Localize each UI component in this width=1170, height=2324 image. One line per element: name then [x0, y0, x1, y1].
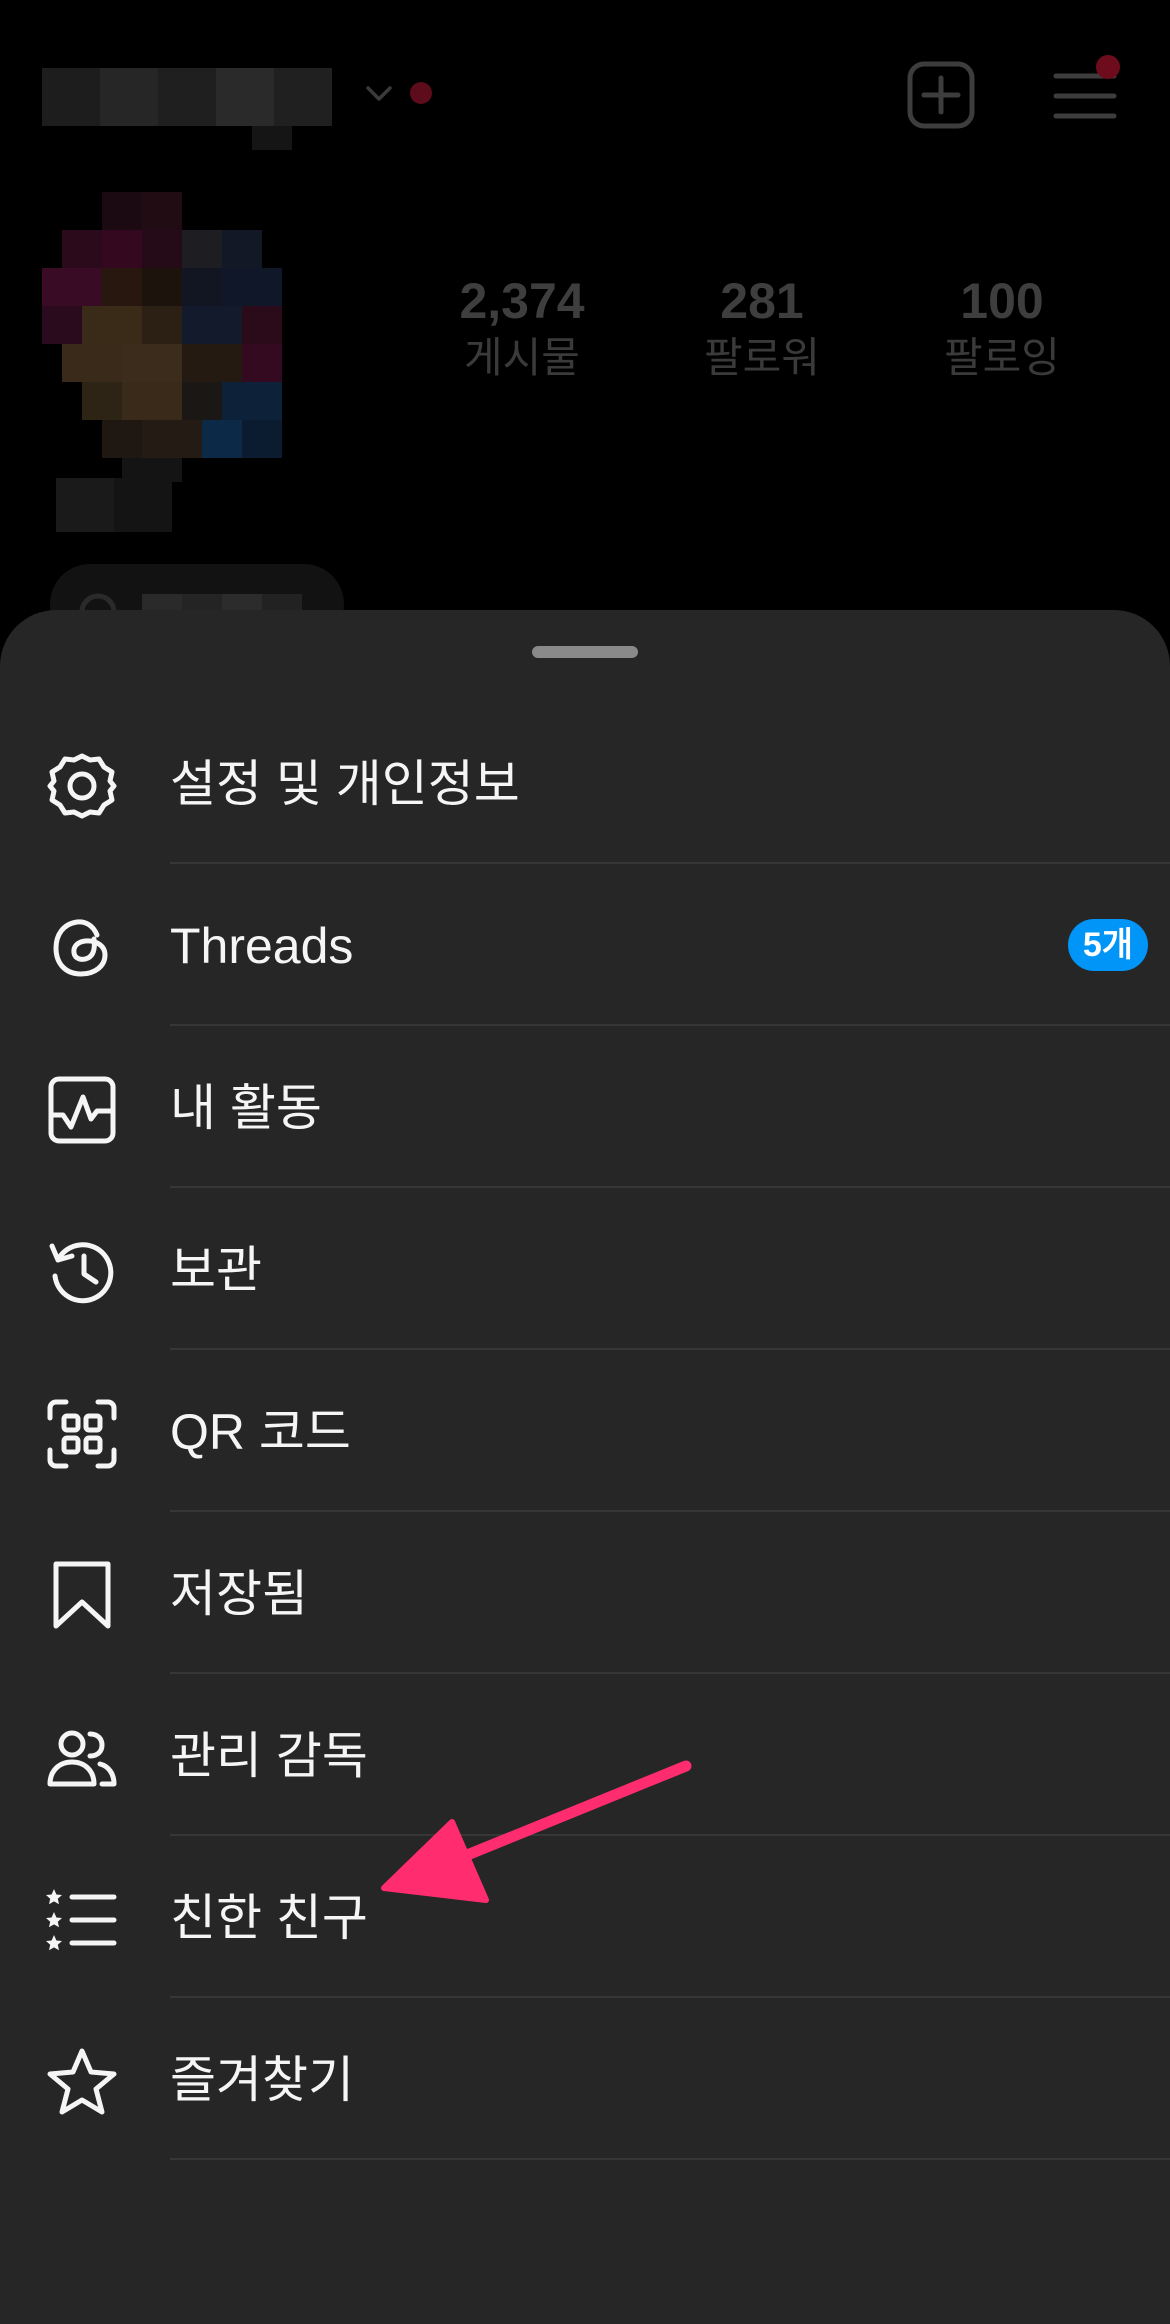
- menu-item-favorites[interactable]: 즐겨찾기: [0, 1998, 1170, 2160]
- menu-item-label: 설정 및 개인정보: [170, 756, 520, 812]
- followers-label: 팔로워: [704, 334, 820, 381]
- followers-stat[interactable]: 281 팔로워: [662, 272, 862, 384]
- menu-item-your-activity[interactable]: 내 활동: [0, 1026, 1170, 1188]
- sheet-drag-handle[interactable]: [532, 646, 638, 658]
- menu-item-label: 보관: [170, 1242, 262, 1298]
- posts-count: 2,374: [459, 273, 585, 329]
- menu-item-threads[interactable]: Threads 5개: [0, 864, 1170, 1026]
- profile-avatar-pixelated[interactable]: [32, 192, 318, 482]
- menu-bottom-sheet: 설정 및 개인정보 Threads 5개 내 활동 보관 QR 코드 저장됨 관…: [0, 610, 1170, 2324]
- menu-item-supervision[interactable]: 관리 감독: [0, 1674, 1170, 1836]
- posts-stat[interactable]: 2,374 게시물: [422, 272, 622, 384]
- menu-item-archive[interactable]: 보관: [0, 1188, 1170, 1350]
- menu-item-label: 저장됨: [170, 1566, 308, 1622]
- menu-notification-dot: [1096, 55, 1120, 79]
- chevron-down-icon[interactable]: [364, 78, 394, 108]
- username-pixelated[interactable]: [42, 60, 352, 150]
- following-stat[interactable]: 100 팔로잉: [902, 272, 1102, 384]
- following-label: 팔로잉: [944, 334, 1060, 381]
- threads-count-badge: 5개: [1068, 919, 1148, 971]
- menu-list: 설정 및 개인정보 Threads 5개 내 활동 보관 QR 코드 저장됨 관…: [0, 702, 1170, 2160]
- create-plus-icon[interactable]: [906, 60, 976, 130]
- posts-label: 게시물: [464, 334, 580, 381]
- bookmark-icon: [42, 1556, 122, 1636]
- display-name-pixelated: [56, 478, 172, 532]
- menu-item-label: 즐겨찾기: [170, 2052, 354, 2108]
- menu-item-label: 내 활동: [170, 1080, 322, 1136]
- followers-count: 281: [720, 273, 804, 329]
- menu-item-saved[interactable]: 저장됨: [0, 1512, 1170, 1674]
- archive-clock-icon: [42, 1232, 122, 1312]
- following-count: 100: [960, 273, 1044, 329]
- menu-item-label: 친한 친구: [170, 1890, 368, 1946]
- menu-item-close-friends[interactable]: 친한 친구: [0, 1836, 1170, 1998]
- threads-icon: [42, 908, 122, 988]
- screen: 2,374 게시물 281 팔로워 100 팔로잉 설정 및 개인정보 Thre…: [0, 0, 1170, 2324]
- divider: [170, 2158, 1170, 2160]
- profile-background: 2,374 게시물 281 팔로워 100 팔로잉: [0, 0, 1170, 644]
- supervision-people-icon: [42, 1718, 122, 1798]
- close-friends-list-icon: [42, 1880, 122, 1960]
- qr-code-icon: [42, 1394, 122, 1474]
- settings-gear-icon: [42, 746, 122, 826]
- menu-item-settings-privacy[interactable]: 설정 및 개인정보: [0, 702, 1170, 864]
- menu-item-label: Threads: [170, 918, 354, 974]
- menu-item-label: QR 코드: [170, 1404, 351, 1460]
- activity-icon: [42, 1070, 122, 1150]
- menu-item-label: 관리 감독: [170, 1728, 368, 1784]
- menu-item-qr-code[interactable]: QR 코드: [0, 1350, 1170, 1512]
- star-icon: [42, 2042, 122, 2122]
- account-notification-dot: [410, 82, 432, 104]
